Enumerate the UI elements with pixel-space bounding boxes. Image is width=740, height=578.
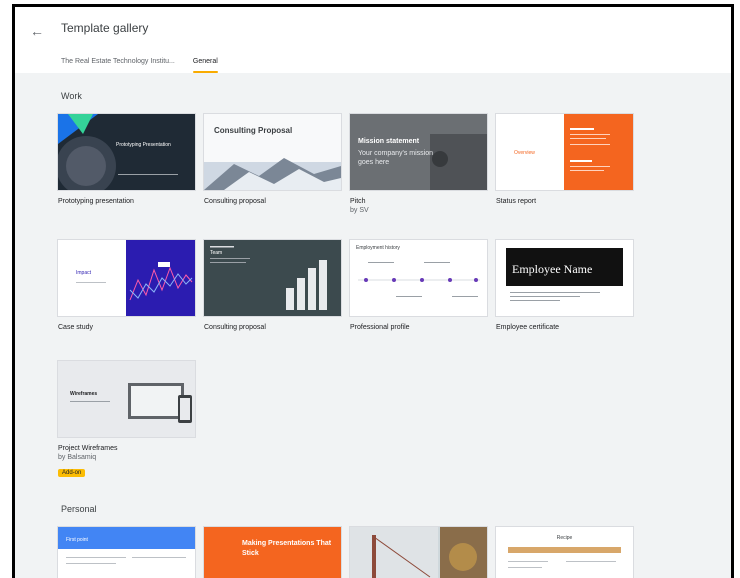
- template-card-consulting-proposal-2[interactable]: Team Consulting proposal: [204, 240, 341, 331]
- addon-badge: Add-on: [58, 469, 86, 477]
- thumb-subtitle: Your company's mission goes here: [358, 150, 434, 166]
- template-card-project-wireframes[interactable]: Wireframes Project Wireframes by Balsami…: [58, 361, 195, 479]
- timeline-art: [358, 262, 480, 297]
- template-card-personal-2[interactable]: Making Presentations That Stick: [204, 527, 341, 578]
- template-name: Project Wireframes: [58, 445, 118, 452]
- template-thumbnail: Mission statement Your company's mission…: [350, 114, 487, 190]
- template-name: Consulting proposal: [204, 324, 266, 331]
- back-button[interactable]: ←: [27, 21, 47, 41]
- thumb-title: Impact: [76, 270, 92, 276]
- template-card-personal-3[interactable]: [350, 527, 487, 578]
- case-chart: [76, 262, 193, 301]
- template-gallery-window: ← Template gallery The Real Estate Techn…: [12, 4, 734, 578]
- text-lines: [66, 557, 186, 564]
- template-name: Consulting proposal: [204, 198, 266, 205]
- thumb-title: Making Presentations That Stick: [242, 540, 332, 557]
- template-card-case-study[interactable]: Impact Case study: [58, 240, 195, 331]
- recipe-art: [508, 547, 621, 568]
- template-author: by Balsamiq: [58, 454, 97, 461]
- template-card-personal-1[interactable]: First point: [58, 527, 195, 578]
- template-name: Professional profile: [350, 324, 410, 331]
- template-thumbnail: Making Presentations That Stick: [204, 527, 341, 578]
- header: ← Template gallery The Real Estate Techn…: [15, 7, 731, 73]
- template-thumbnail: Consulting Proposal: [204, 114, 341, 190]
- template-name: Employee certificate: [496, 324, 560, 331]
- bridge-photo: [350, 527, 487, 578]
- template-thumbnail: Impact: [58, 240, 195, 316]
- template-thumbnail: Wireframes: [58, 361, 195, 437]
- thumb-title: Prototyping Presentation: [116, 142, 171, 148]
- template-card-pitch[interactable]: Mission statement Your company's mission…: [350, 114, 487, 214]
- template-card-professional-profile[interactable]: Employment history Professional profile: [350, 240, 487, 331]
- template-author: by SV: [350, 207, 369, 214]
- section-personal-label: Personal: [61, 504, 97, 514]
- tab-bar: The Real Estate Technology Institu... Ge…: [61, 56, 218, 73]
- thumb-title: Mission statement: [358, 138, 420, 145]
- tab-organization[interactable]: The Real Estate Technology Institu...: [61, 56, 175, 73]
- thumb-title: Team: [210, 250, 223, 256]
- certificate-lines: [510, 292, 600, 301]
- devices-art: [70, 383, 192, 423]
- page-title: Template gallery: [61, 21, 149, 35]
- template-card-status-report[interactable]: Overview Status report: [496, 114, 633, 205]
- template-name: Case study: [58, 324, 94, 331]
- template-thumbnail: Team: [204, 240, 341, 316]
- template-thumbnail: Overview: [496, 114, 633, 190]
- consulting-chart: [210, 246, 327, 310]
- template-name: Status report: [496, 198, 537, 205]
- prototyping-thumb-art: [58, 114, 178, 190]
- template-name: Prototyping presentation: [58, 198, 134, 205]
- template-card-consulting-proposal[interactable]: Consulting Proposal Consulting proposal: [204, 114, 341, 205]
- section-work-label: Work: [61, 91, 82, 101]
- template-thumbnail: Employment history: [350, 240, 487, 316]
- template-name: Pitch: [350, 198, 366, 205]
- tab-general[interactable]: General: [192, 56, 218, 73]
- template-thumbnail: Employee Name: [496, 240, 633, 316]
- template-card-employee-certificate[interactable]: Employee Name Employee certificate: [496, 240, 633, 331]
- status-text-lines: [570, 128, 610, 171]
- thumb-title: Consulting Proposal: [214, 126, 293, 135]
- template-thumbnail: First point: [58, 527, 195, 578]
- template-thumbnail: Prototyping Presentation: [58, 114, 195, 190]
- template-card-prototyping[interactable]: Prototyping Presentation Prototyping pre…: [58, 114, 195, 205]
- template-card-personal-4[interactable]: Recipe: [496, 527, 633, 578]
- template-thumbnail: Recipe: [496, 527, 633, 578]
- arrow-left-icon: ←: [30, 23, 44, 39]
- template-thumbnail: [350, 527, 487, 578]
